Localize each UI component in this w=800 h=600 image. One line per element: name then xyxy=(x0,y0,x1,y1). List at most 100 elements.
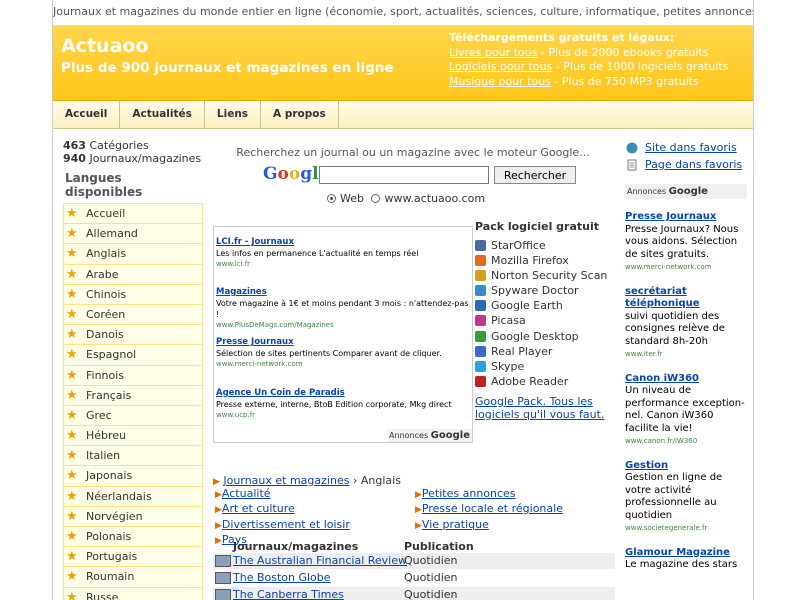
journal-link[interactable]: The Canberra Times xyxy=(233,587,344,600)
search-area: Recherchez un journal ou un magazine ave… xyxy=(213,140,613,205)
pack-item-link[interactable]: Skype xyxy=(491,360,524,373)
right-ad-title[interactable]: Canon iW360 xyxy=(625,373,747,386)
right-ads-by-google[interactable]: Annonces Google xyxy=(625,184,747,199)
language-item[interactable]: ★ Norvégien xyxy=(64,507,202,527)
star-icon: ★ xyxy=(66,206,78,221)
category-link[interactable]: Presse locale et régionale xyxy=(422,502,563,515)
ads-by-google[interactable]: Annonces Google xyxy=(387,429,472,442)
language-label: Arabe xyxy=(86,267,119,281)
search-button[interactable]: Rechercher xyxy=(494,166,576,184)
ad-title[interactable]: Magazines xyxy=(216,287,472,298)
category-link[interactable]: Actualité xyxy=(222,487,271,500)
language-item[interactable]: ★ Roumain xyxy=(64,567,202,588)
software-icon xyxy=(475,240,486,251)
journal-link[interactable]: The Australian Financial Review xyxy=(233,553,407,569)
categories-left: ▶Actualité ▶Art et culture ▶Divertissement… xyxy=(215,487,415,548)
category-link[interactable]: Divertissement et loisir xyxy=(222,518,350,531)
pack-item-link[interactable]: Adobe Reader xyxy=(491,375,568,388)
language-label: Grec xyxy=(86,408,112,422)
arrow-icon: ▶ xyxy=(213,477,220,487)
category-link[interactable]: Art et culture xyxy=(222,502,295,515)
nav-tab-apropos[interactable]: A propos xyxy=(261,101,339,128)
top-tagline: Journaux et magazines du monde entier en… xyxy=(53,0,753,26)
language-item[interactable]: ★ Néerlandais xyxy=(64,487,202,507)
ad-url[interactable]: www.lci.fr xyxy=(216,259,418,270)
language-item[interactable]: ★ Polonais xyxy=(64,527,202,548)
favorite-page: Page dans favoris xyxy=(625,157,747,174)
ad-url[interactable]: www.ucp.fr xyxy=(216,410,452,421)
language-item[interactable]: ★ Anglais xyxy=(64,244,202,265)
right-ad-title[interactable]: Presse Journaux xyxy=(625,211,747,224)
pack-item-link[interactable]: Google Desktop xyxy=(491,330,579,343)
language-item[interactable]: ★ Accueil xyxy=(64,204,202,225)
language-item[interactable]: ★ Danois xyxy=(64,325,202,346)
ad-title[interactable]: LCI.fr - Journaux xyxy=(216,237,418,248)
downloads-title: Téléchargements gratuits et légaux: xyxy=(449,31,675,44)
favorite-site-link[interactable]: Site dans favoris xyxy=(645,141,737,154)
ad-url[interactable]: www.merci-network.com xyxy=(216,359,442,370)
site-title[interactable]: Actuaoo xyxy=(61,35,394,57)
language-item[interactable]: ★ Espagnol xyxy=(64,345,202,366)
right-ad-url[interactable]: www.merci-network.com xyxy=(625,261,747,274)
nav-tab-liens[interactable]: Liens xyxy=(205,101,262,128)
pack-item-link[interactable]: Real Player xyxy=(491,345,552,358)
search-input[interactable] xyxy=(319,166,489,184)
right-ad-url[interactable]: www.societegenerale.fr xyxy=(625,522,747,535)
download-line: Livres pour tous - Plus de 2000 ebooks g… xyxy=(449,46,729,61)
table-row: The Australian Financial Review Quotidien xyxy=(213,553,615,569)
language-label: Anglais xyxy=(86,247,127,261)
language-item[interactable]: ★ Grec xyxy=(64,406,202,427)
category-link[interactable]: Vie pratique xyxy=(422,518,489,531)
right-ad-title[interactable]: secrétariat téléphonique xyxy=(625,286,747,311)
language-item[interactable]: ★ Italien xyxy=(64,446,202,467)
language-item[interactable]: ★ Chinois xyxy=(64,285,202,305)
language-item[interactable]: ★ Français xyxy=(64,386,202,406)
arrow-icon: ▶ xyxy=(215,535,222,546)
languages-title: Langues disponibles xyxy=(65,171,143,199)
category-item: ▶Vie pratique xyxy=(415,518,615,533)
download-link-music[interactable]: Musique pour tous xyxy=(449,75,551,88)
language-item[interactable]: ★ Portugais xyxy=(64,547,202,568)
breadcrumb-root[interactable]: Journaux et magazines xyxy=(223,474,349,487)
language-item[interactable]: ★ Coréen xyxy=(64,305,202,326)
pack-link[interactable]: Google Pack. Tous les logiciels qu'il vo… xyxy=(475,395,615,421)
pack-item-link[interactable]: Spyware Doctor xyxy=(491,284,579,297)
language-item[interactable]: ★ Russe xyxy=(64,588,202,600)
right-ad-title[interactable]: Glamour Magazine xyxy=(625,547,747,560)
nav-tab-accueil[interactable]: Accueil xyxy=(53,101,121,128)
favorite-page-link[interactable]: Page dans favoris xyxy=(645,158,742,171)
search-row: Google Rechercher xyxy=(263,164,576,188)
language-label: Hébreu xyxy=(86,429,127,443)
right-ad-title[interactable]: Gestion xyxy=(625,460,747,473)
language-item[interactable]: ★ Finnois xyxy=(64,366,202,386)
language-item[interactable]: ★ Arabe xyxy=(64,265,202,285)
categories-label: Catégories xyxy=(85,139,149,152)
language-item[interactable]: ★ Hébreu xyxy=(64,426,202,447)
ad-title[interactable]: Presse Journaux xyxy=(216,337,442,348)
nav-tab-actualites[interactable]: Actualités xyxy=(120,101,205,128)
ad-title[interactable]: Agence Un Coin de Paradis xyxy=(216,388,452,399)
right-ad-url[interactable]: www.iter.fr xyxy=(625,348,747,361)
journal-link[interactable]: The Boston Globe xyxy=(233,570,331,586)
language-label: Accueil xyxy=(86,207,126,220)
ad-url[interactable]: www.PlusDeMags.com/Magazines xyxy=(216,320,472,331)
ads-box: LCI.fr - Journaux Les infos en permanenc… xyxy=(213,226,473,443)
star-icon: ★ xyxy=(66,589,78,600)
pack-item-link[interactable]: Picasa xyxy=(491,314,526,327)
radio-web[interactable] xyxy=(327,194,336,203)
download-link-software[interactable]: Logiciels pour tous xyxy=(449,60,552,73)
language-item[interactable]: ★ Japonais xyxy=(64,466,202,487)
pack-item-link[interactable]: Mozilla Firefox xyxy=(491,254,569,267)
pack-item-link[interactable]: StarOffice xyxy=(491,239,546,252)
star-icon: ★ xyxy=(66,347,78,363)
category-link[interactable]: Petites annonces xyxy=(422,487,516,500)
pack-item-link[interactable]: Norton Security Scan xyxy=(491,269,607,282)
software-pack: Pack logiciel gratuit StarOffice Mozilla … xyxy=(475,220,615,421)
star-icon: ★ xyxy=(66,508,78,524)
language-item[interactable]: ★ Allemand xyxy=(64,224,202,245)
right-ad-url[interactable]: www.canon.fr/iW360 xyxy=(625,435,747,448)
language-label: Allemand xyxy=(86,227,138,241)
radio-site[interactable] xyxy=(371,194,381,203)
pack-item-link[interactable]: Google Earth xyxy=(491,299,563,312)
download-link-books[interactable]: Livres pour tous xyxy=(449,46,537,59)
